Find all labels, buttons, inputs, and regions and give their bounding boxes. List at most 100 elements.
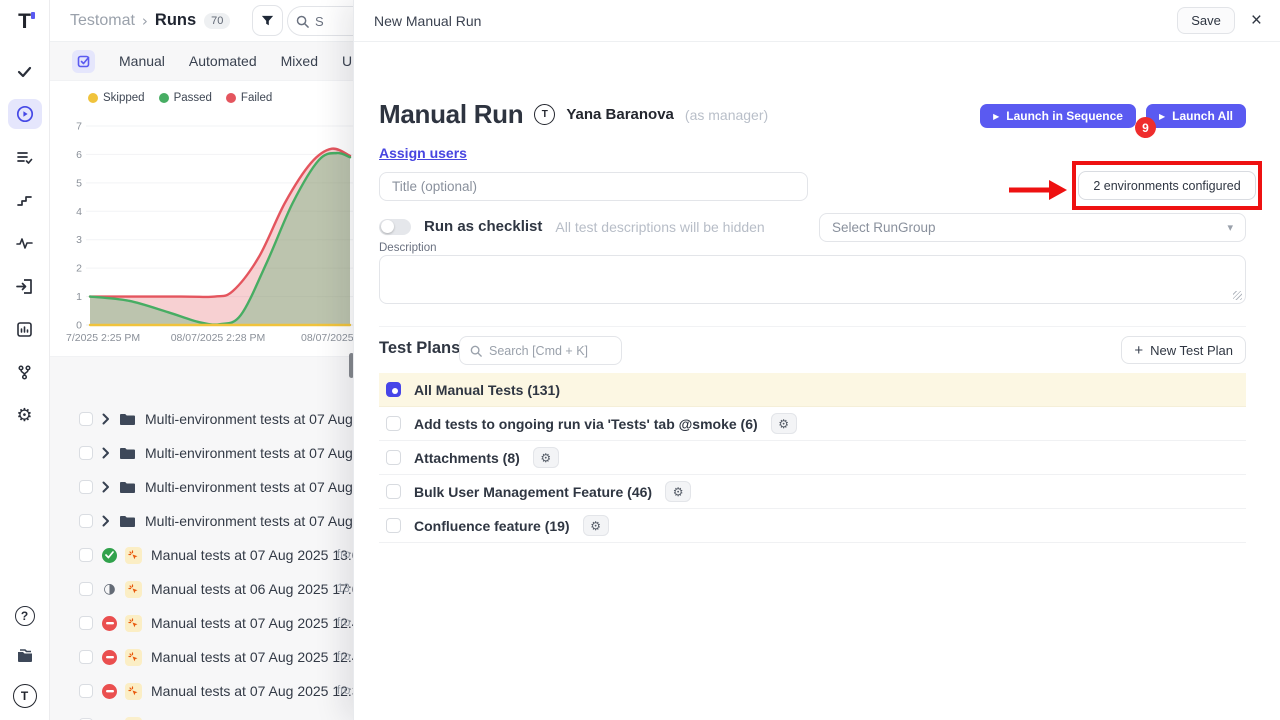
test-plan-row[interactable]: Bulk User Management Feature (46) ⚙ [379, 475, 1246, 509]
help-icon[interactable]: ? [15, 606, 35, 626]
modal-header: New Manual Run Save × [354, 0, 1280, 42]
tab-automated[interactable]: Automated [189, 53, 257, 69]
row-checkbox[interactable] [79, 480, 93, 494]
plan-checkbox[interactable] [386, 518, 401, 533]
app-logo: T [18, 10, 31, 34]
environments-configured-button[interactable]: 2 environments configured [1078, 171, 1255, 200]
section-divider [379, 326, 1246, 327]
checklist-hint: All test descriptions will be hidden [555, 219, 764, 235]
run-meta: fro [337, 617, 350, 629]
description-textarea[interactable] [379, 255, 1246, 304]
plan-checkbox[interactable] [386, 416, 401, 431]
test-plan-row[interactable]: Add tests to ongoing run via 'Tests' tab… [379, 407, 1246, 441]
status-failed-icon [102, 684, 117, 699]
assign-users-link[interactable]: Assign users [379, 145, 467, 161]
run-title[interactable]: Manual tests at 07 Aug 2025 13:02 [151, 547, 367, 563]
test-plans-search-input[interactable]: Search [Cmd + K] [459, 336, 622, 365]
plan-settings-gear-icon[interactable]: ⚙ [533, 447, 559, 468]
manual-run-icon [125, 581, 142, 598]
chevron-right-icon[interactable] [102, 447, 110, 459]
description-label: Description [379, 242, 437, 254]
checklist-label: Run as checklist [424, 218, 542, 235]
close-icon[interactable]: × [1251, 11, 1262, 30]
launch-in-sequence-button[interactable]: ▶ Launch in Sequence [980, 104, 1136, 128]
run-title[interactable]: Manual tests at 07 Aug 2025 12:43 [151, 615, 367, 631]
row-checkbox[interactable] [79, 582, 93, 596]
run-meta: fro [337, 685, 350, 697]
plan-settings-gear-icon[interactable]: ⚙ [583, 515, 609, 536]
new-test-plan-button[interactable]: + New Test Plan [1121, 336, 1246, 364]
chevron-right-icon[interactable] [102, 481, 110, 493]
run-title-input[interactable]: Title (optional) [379, 172, 808, 201]
plan-checkbox[interactable] [386, 484, 401, 499]
run-title[interactable]: Multi-environment tests at 07 Aug 20 [145, 513, 372, 529]
run-type-filter-icon[interactable] [72, 50, 95, 73]
plan-settings-gear-icon[interactable]: ⚙ [665, 481, 691, 502]
rungroup-select[interactable]: Select RunGroup ▾ [819, 213, 1246, 242]
test-plan-row[interactable]: All Manual Tests (131) [379, 373, 1246, 407]
row-checkbox[interactable] [79, 412, 93, 426]
account-avatar[interactable]: T [13, 684, 37, 708]
reports-icon[interactable] [8, 314, 42, 344]
annotation-arrow [1009, 179, 1067, 201]
folder-icon [119, 446, 136, 461]
folder-icon [119, 480, 136, 495]
branches-icon[interactable] [8, 357, 42, 387]
chevron-right-icon[interactable] [102, 413, 110, 425]
launch-all-button[interactable]: ▶ Launch All [1146, 104, 1246, 128]
row-checkbox[interactable] [79, 650, 93, 664]
plan-checkbox[interactable] [386, 450, 401, 465]
steps-icon[interactable] [8, 185, 42, 215]
tab-mixed[interactable]: Mixed [281, 53, 318, 69]
plan-checkbox-checked[interactable] [386, 382, 401, 397]
svg-text:7: 7 [76, 121, 82, 133]
funnel-icon [260, 13, 275, 28]
owner-name: Yana Baranova [566, 106, 674, 123]
tab-manual[interactable]: Manual [119, 53, 165, 69]
tests-icon[interactable] [8, 56, 42, 86]
test-plan-row[interactable]: Confluence feature (19) ⚙ [379, 509, 1246, 543]
status-failed-icon [102, 616, 117, 631]
svg-text:6: 6 [76, 149, 82, 161]
run-title[interactable]: Multi-environment tests at 07 Aug 20 [145, 411, 372, 427]
svg-text:5: 5 [76, 177, 82, 189]
test-plans-icon[interactable] [8, 142, 42, 172]
plan-settings-gear-icon[interactable]: ⚙ [771, 413, 797, 434]
run-title[interactable]: Manual tests at 07 Aug 2025 12:42 [151, 649, 367, 665]
status-failed-icon [102, 650, 117, 665]
owner-role: (as manager) [685, 107, 768, 123]
chevron-right-icon[interactable] [102, 515, 110, 527]
save-button[interactable]: Save [1177, 7, 1235, 34]
row-checkbox[interactable] [79, 446, 93, 460]
test-plans-heading: Test Plans [379, 339, 460, 358]
run-title[interactable]: Multi-environment tests at 07 Aug 20 [145, 445, 372, 461]
modal-body: Manual Run T Yana Baranova (as manager) … [354, 42, 1280, 720]
page-title: Manual Run [379, 99, 523, 130]
play-icon: ▶ [1159, 112, 1165, 121]
runs-icon[interactable] [8, 99, 42, 129]
settings-gear-icon[interactable]: ⚙ [8, 400, 42, 430]
row-checkbox[interactable] [79, 548, 93, 562]
docs-folder-icon[interactable] [8, 640, 42, 670]
import-icon[interactable] [8, 271, 42, 301]
run-meta: 13 [337, 583, 350, 595]
play-icon: ▶ [993, 112, 999, 121]
run-as-checklist-toggle[interactable] [379, 219, 411, 235]
search-icon [296, 15, 309, 28]
run-title[interactable]: Manual tests at 06 Aug 2025 17:06 [151, 581, 367, 597]
run-title[interactable]: Multi-environment tests at 07 Aug 20 [145, 479, 372, 495]
test-plan-row[interactable]: Attachments (8) ⚙ [379, 441, 1246, 475]
svg-text:0: 0 [76, 320, 82, 332]
left-sidebar: T ⚙ ? T [0, 0, 50, 720]
plus-icon: + [1134, 342, 1143, 359]
row-checkbox[interactable] [79, 616, 93, 630]
folder-icon [119, 514, 136, 529]
annotation-highlight-box: 2 environments configured [1072, 161, 1262, 210]
notification-badge: 9 [1135, 117, 1156, 138]
filter-button[interactable] [252, 5, 283, 36]
run-title[interactable]: Manual tests at 07 Aug 2025 12:35 [151, 683, 367, 699]
pulse-icon[interactable] [8, 228, 42, 258]
row-checkbox[interactable] [79, 684, 93, 698]
row-checkbox[interactable] [79, 514, 93, 528]
breadcrumb-brand[interactable]: Testomat [70, 12, 135, 30]
